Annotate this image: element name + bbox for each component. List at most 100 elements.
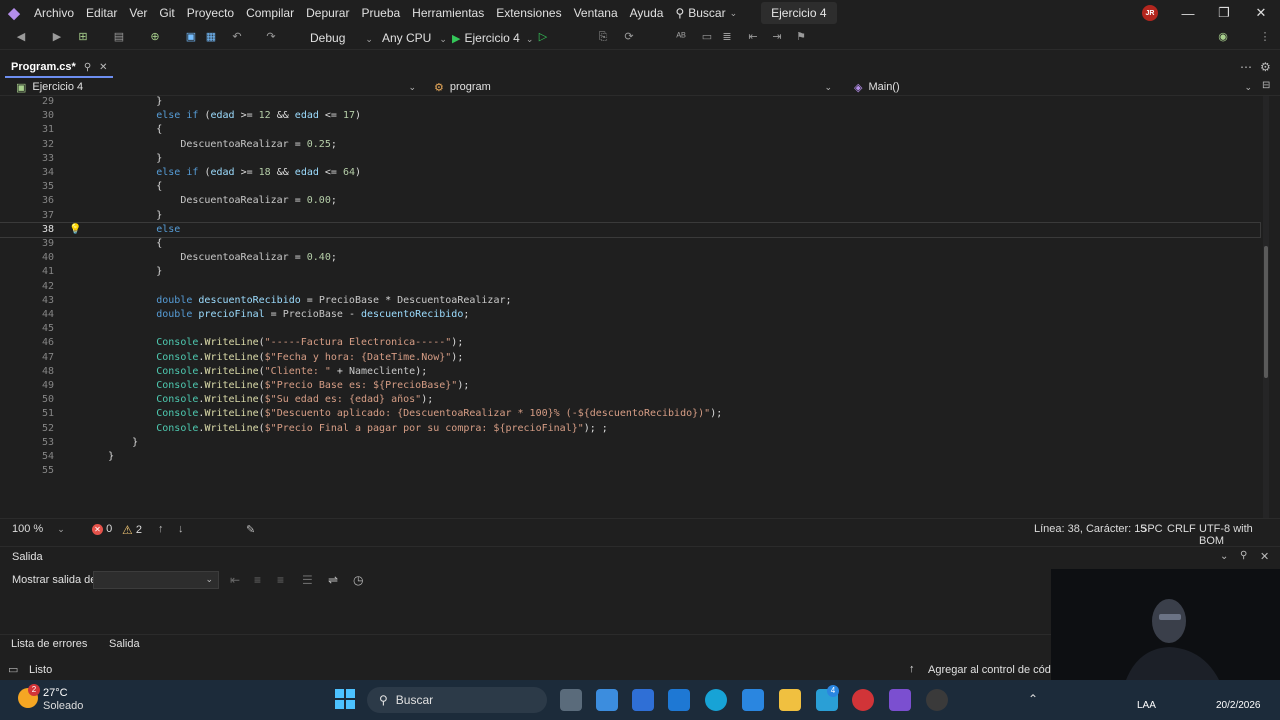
taskbar-search[interactable]: ⚲ Buscar bbox=[367, 687, 547, 713]
code-line[interactable]: 36 DescuentoaRealizar = 0.00; bbox=[0, 194, 1260, 208]
outlook-app-icon[interactable] bbox=[668, 689, 690, 711]
bookmark-icon[interactable]: ⚑ bbox=[794, 30, 808, 44]
word-wrap-icon[interactable]: ⇌ bbox=[328, 573, 338, 587]
add-item-icon[interactable]: ⊕ bbox=[148, 30, 162, 44]
code-line[interactable]: 53 } bbox=[0, 436, 1260, 450]
start-debugging-button[interactable]: ▶ Ejercicio 4 ⌄ bbox=[452, 28, 533, 48]
save-all-icon[interactable]: ▦ bbox=[204, 30, 218, 44]
code-line[interactable]: 47 Console.WriteLine($"Fecha y hora: {Da… bbox=[0, 351, 1260, 365]
error-count[interactable]: ✕ 0 bbox=[92, 523, 112, 535]
warning-count[interactable]: ⚠ 2 bbox=[122, 523, 142, 537]
clear-all-icon[interactable]: ☰ bbox=[302, 573, 313, 587]
temperature[interactable]: 27°C bbox=[43, 687, 68, 699]
menu-prueba[interactable]: Prueba bbox=[355, 0, 406, 26]
menu-editar[interactable]: Editar bbox=[80, 0, 123, 26]
settings-gear-icon[interactable]: ⚙ bbox=[1260, 60, 1271, 74]
output-source-select[interactable]: ⌄ bbox=[93, 571, 219, 589]
previous-message-icon[interactable]: ≡ bbox=[254, 573, 261, 587]
cursor-position[interactable]: Línea: 38, Carácter: 15 bbox=[1034, 523, 1147, 535]
minimize-icon[interactable]: — bbox=[1170, 0, 1206, 26]
code-line[interactable]: 50 Console.WriteLine($"Su edad es: {edad… bbox=[0, 393, 1260, 407]
menu-ventana[interactable]: Ventana bbox=[568, 0, 624, 26]
code-line[interactable]: 39 { bbox=[0, 237, 1260, 251]
project-dropdown[interactable]: ▣ Ejercicio 4 ⌄ bbox=[16, 78, 416, 96]
back-icon[interactable]: ◀ bbox=[14, 30, 28, 44]
close-tab-icon[interactable]: ✕ bbox=[99, 62, 107, 73]
code-line[interactable]: 54 } bbox=[0, 450, 1260, 464]
code-line[interactable]: 43 double descuentoRecibido = PrecioBase… bbox=[0, 294, 1260, 308]
lightbulb-icon[interactable]: 💡 bbox=[69, 223, 81, 237]
platform-dropdown[interactable]: Any CPU ⌄ bbox=[382, 28, 447, 48]
github-app-icon[interactable] bbox=[926, 689, 948, 711]
line-endings[interactable]: CRLF bbox=[1167, 523, 1196, 535]
pin-icon[interactable]: ⚲ bbox=[84, 62, 91, 73]
code-line[interactable]: 34 else if (edad >= 18 && edad <= 64) bbox=[0, 166, 1260, 180]
chevron-down-icon[interactable]: ⌄ bbox=[1220, 551, 1228, 562]
menu-extensiones[interactable]: Extensiones bbox=[490, 0, 567, 26]
file-explorer-app-icon[interactable] bbox=[779, 689, 801, 711]
menu-proyecto[interactable]: Proyecto bbox=[181, 0, 240, 26]
edge-app-icon[interactable] bbox=[705, 689, 727, 711]
timestamp-icon[interactable]: ◷ bbox=[353, 573, 363, 587]
visual-studio-app-icon[interactable] bbox=[889, 689, 911, 711]
close-icon[interactable]: ✕ bbox=[1243, 0, 1279, 26]
maximize-icon[interactable]: ❐ bbox=[1206, 0, 1242, 26]
scrollbar-thumb[interactable] bbox=[1264, 246, 1268, 378]
code-line[interactable]: 48 Console.WriteLine("Cliente: " + Namec… bbox=[0, 365, 1260, 379]
pin-icon[interactable]: ⚲ bbox=[1240, 550, 1247, 561]
code-editor[interactable]: 29 } 30 else if (edad >= 12 && edad <= 17… bbox=[0, 96, 1280, 518]
file-explorer-icon[interactable]: ⎘ bbox=[596, 30, 610, 44]
code-line[interactable]: 51 Console.WriteLine($"Descuento aplicad… bbox=[0, 407, 1260, 421]
zoom-level[interactable]: 100 % ⌄ bbox=[12, 523, 65, 535]
type-dropdown[interactable]: ⚙ program ⌄ bbox=[434, 78, 832, 96]
windows-start-icon[interactable] bbox=[335, 689, 355, 709]
task-view-icon[interactable] bbox=[560, 689, 582, 711]
spell-check-icon[interactable]: ᴬᴮ bbox=[674, 30, 688, 44]
code-line[interactable]: 45 bbox=[0, 322, 1260, 336]
widgets-app-icon[interactable] bbox=[596, 689, 618, 711]
code-cleanup-icon[interactable]: ✎ bbox=[246, 523, 255, 536]
code-line[interactable]: 30 else if (edad >= 12 && edad <= 17) bbox=[0, 109, 1260, 123]
store-app-icon[interactable] bbox=[632, 689, 654, 711]
tab-list-icon[interactable]: ⋯ bbox=[1240, 60, 1252, 74]
new-project-icon[interactable]: ⊞ bbox=[76, 30, 90, 44]
code-line[interactable]: 29 } bbox=[0, 95, 1260, 109]
configuration-dropdown[interactable]: Debug ⌄ bbox=[310, 28, 373, 48]
onedrive-app-icon[interactable] bbox=[742, 689, 764, 711]
code-line[interactable]: 46 Console.WriteLine("-----Factura Elect… bbox=[0, 336, 1260, 350]
menu-ayuda[interactable]: Ayuda bbox=[624, 0, 670, 26]
redo-icon[interactable]: ↷ bbox=[264, 30, 278, 44]
search-menu[interactable]: ⚲ Buscar ⌄ bbox=[669, 0, 743, 26]
tab-output[interactable]: Salida bbox=[109, 638, 140, 650]
tab-program-cs[interactable]: Program.cs* ⚲ ✕ bbox=[5, 58, 113, 78]
system-date[interactable]: 20/2/2026 bbox=[1216, 700, 1261, 711]
code-line[interactable]: 55 bbox=[0, 464, 1260, 478]
code-line[interactable]: 37 } bbox=[0, 209, 1260, 223]
opera-app-icon[interactable] bbox=[852, 689, 874, 711]
save-icon[interactable]: ▣ bbox=[184, 30, 198, 44]
open-file-icon[interactable]: ▤ bbox=[112, 30, 126, 44]
vertical-scrollbar[interactable] bbox=[1263, 96, 1269, 518]
menu-ver[interactable]: Ver bbox=[123, 0, 153, 26]
indent-icon[interactable]: ⇥ bbox=[770, 30, 784, 44]
code-line[interactable]: 49 Console.WriteLine($"Precio Base es: $… bbox=[0, 379, 1260, 393]
tab-error-list[interactable]: Lista de errores bbox=[11, 638, 87, 650]
menu-herramientas[interactable]: Herramientas bbox=[406, 0, 490, 26]
code-line[interactable]: 38 else 💡 bbox=[0, 221, 1261, 238]
menu-git[interactable]: Git bbox=[153, 0, 180, 26]
avatar[interactable]: JR bbox=[1142, 5, 1158, 21]
next-message-icon[interactable]: ≡ bbox=[277, 573, 284, 587]
whitespace-mode[interactable]: SPC bbox=[1140, 523, 1163, 535]
code-line[interactable]: 32 DescuentoaRealizar = 0.25; bbox=[0, 138, 1260, 152]
code-line[interactable]: 33 } bbox=[0, 152, 1260, 166]
previous-issue-icon[interactable]: ↑ bbox=[158, 523, 164, 535]
weather-condition[interactable]: Soleado bbox=[43, 700, 83, 712]
find-message-icon[interactable]: ⇤ bbox=[230, 573, 240, 587]
code-line[interactable]: 40 DescuentoaRealizar = 0.40; bbox=[0, 251, 1260, 265]
code-line[interactable]: 44 double precioFinal = PrecioBase - des… bbox=[0, 308, 1260, 322]
file-encoding[interactable]: UTF-8 with BOM bbox=[1199, 523, 1280, 547]
close-icon[interactable]: ✕ bbox=[1260, 550, 1269, 563]
menu-compilar[interactable]: Compilar bbox=[240, 0, 300, 26]
code-line[interactable]: 31 { bbox=[0, 123, 1260, 137]
input-language[interactable]: LAA bbox=[1137, 700, 1156, 711]
